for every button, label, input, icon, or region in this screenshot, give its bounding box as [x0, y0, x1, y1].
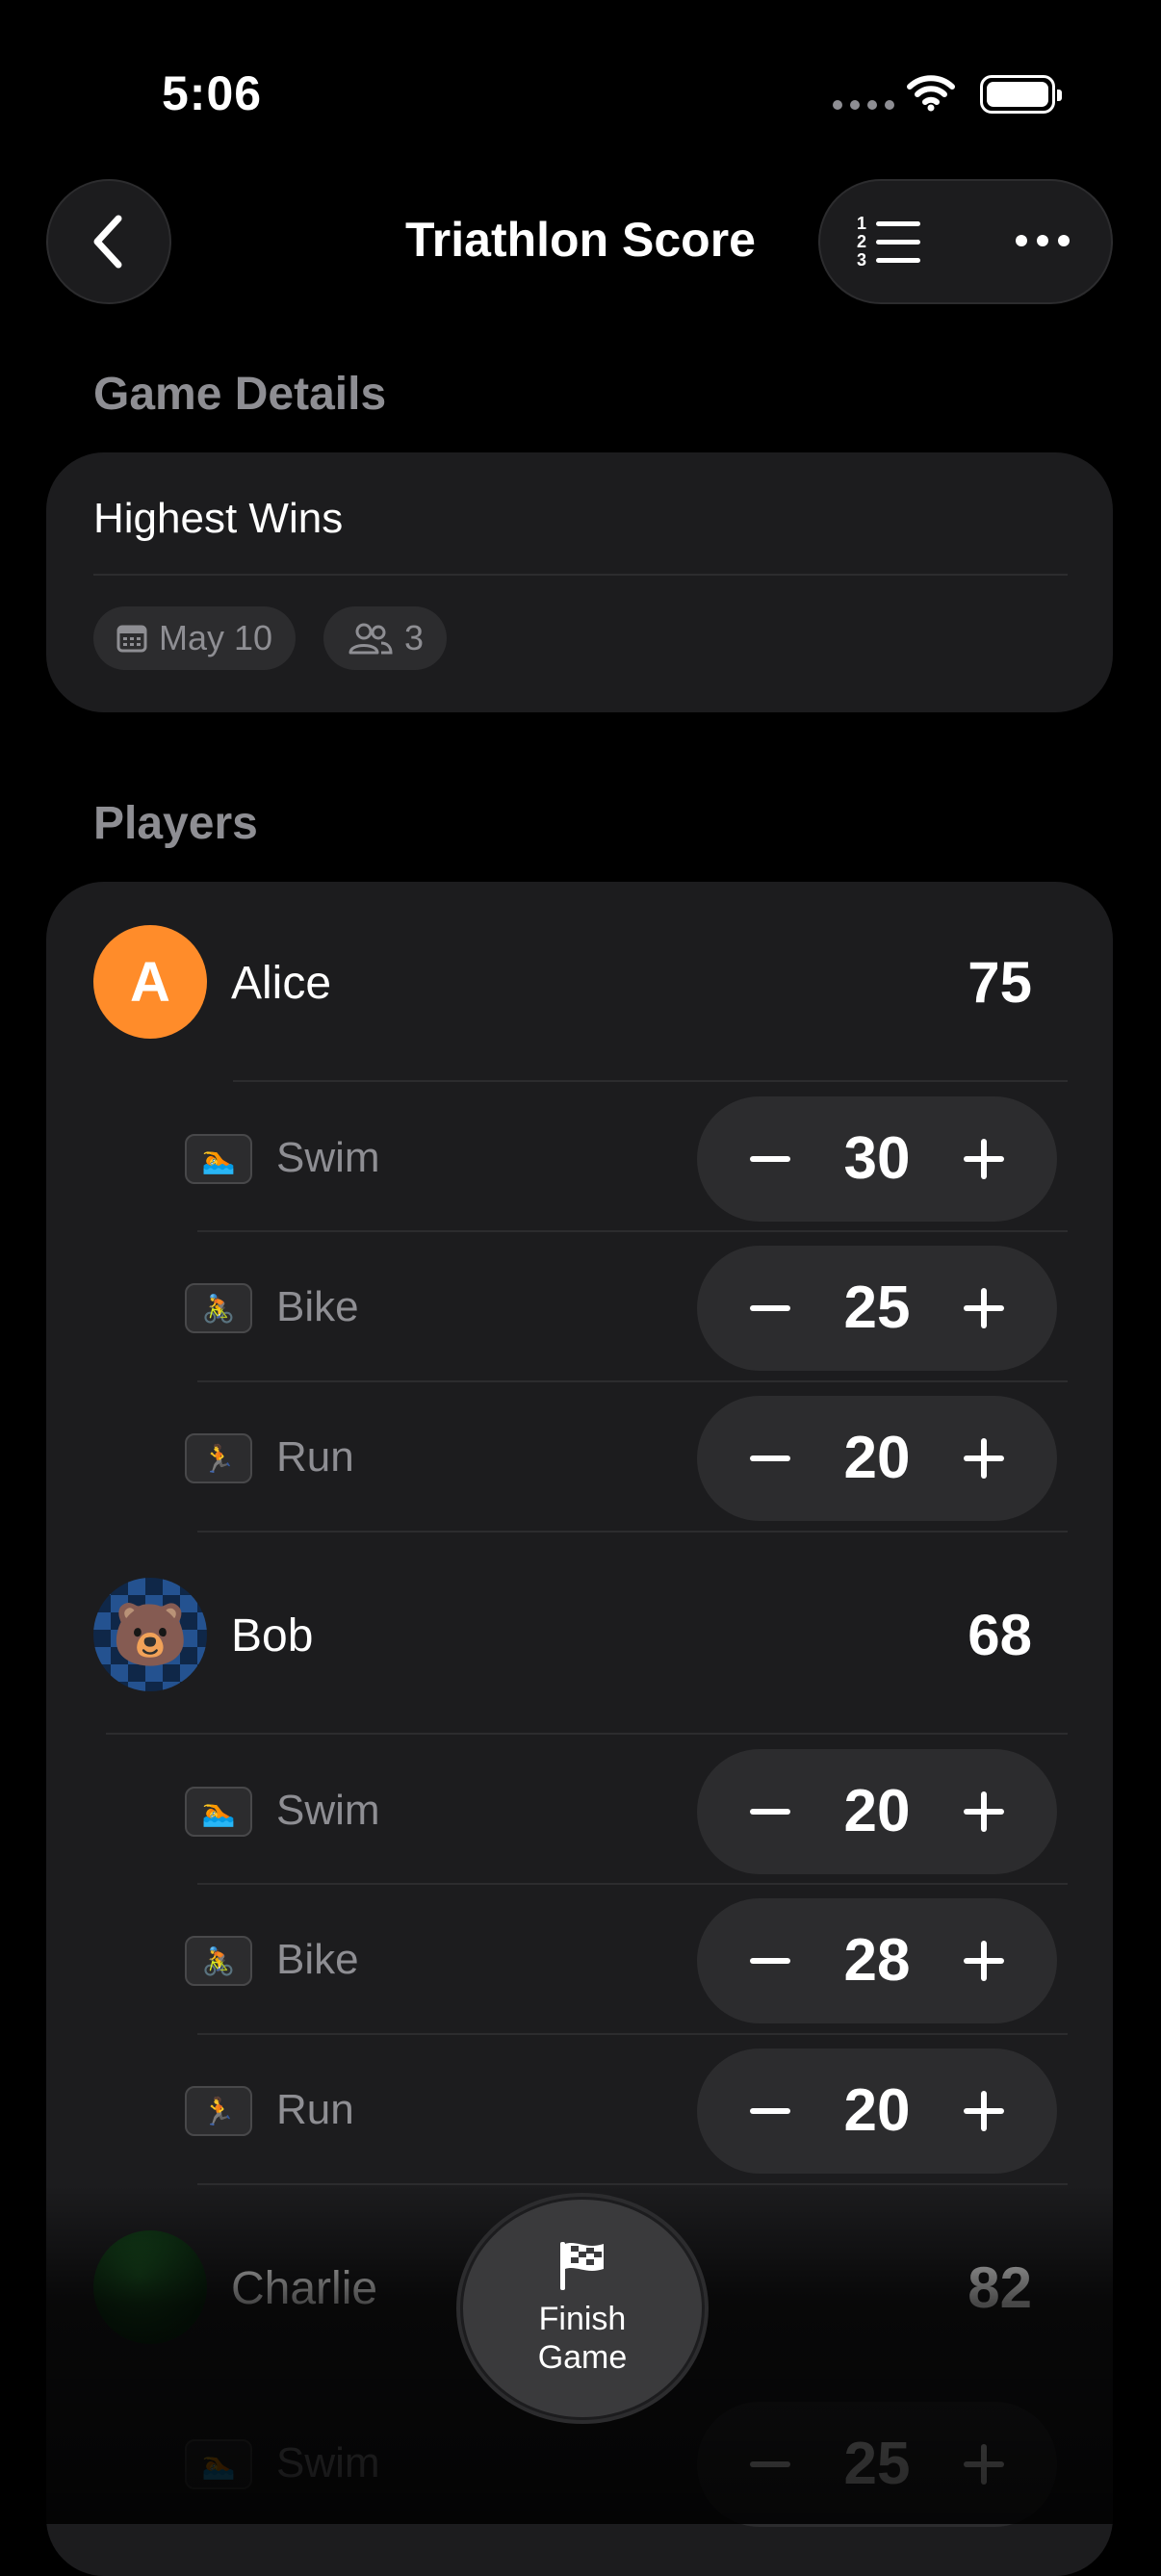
- score-stepper: 20: [697, 1396, 1057, 1521]
- battery-icon: [980, 75, 1062, 114]
- svg-text:2: 2: [857, 232, 866, 251]
- swimmer-icon: 🏊: [185, 2439, 252, 2489]
- bear-emoji-icon: 🐻: [112, 1599, 189, 1669]
- swimmer-icon: 🏊: [185, 1134, 252, 1184]
- player-name[interactable]: Alice: [231, 957, 331, 1010]
- score-stepper: 20: [697, 2048, 1057, 2174]
- event-label: Run: [276, 2086, 354, 2133]
- event-label: Swim: [276, 1134, 380, 1181]
- event-label: Run: [276, 1433, 354, 1481]
- page-title: Triathlon Score: [405, 213, 756, 267]
- player-name[interactable]: Charlie: [231, 2262, 377, 2315]
- score-stepper: 25: [697, 1246, 1057, 1371]
- score-stepper: 20: [697, 1749, 1057, 1874]
- date-chip[interactable]: May 10: [93, 606, 297, 670]
- event-score: 20: [843, 1425, 911, 1491]
- increment-button[interactable]: [947, 1396, 1020, 1521]
- swimmer-icon: 🏊: [185, 1787, 252, 1837]
- cyclist-icon: 🚴: [185, 1283, 252, 1333]
- event-label: Swim: [276, 1787, 380, 1834]
- increment-button[interactable]: [947, 1749, 1020, 1874]
- checkered-flag-icon: [560, 2242, 604, 2290]
- divider: [197, 2033, 1068, 2035]
- back-button[interactable]: [46, 179, 171, 304]
- increment-button[interactable]: [947, 1096, 1020, 1222]
- score-stepper: 28: [697, 1898, 1057, 2023]
- event-score: 20: [843, 1778, 911, 1844]
- status-time: 5:06: [162, 66, 263, 120]
- score-stepper: 25: [697, 2402, 1057, 2527]
- decrement-button[interactable]: [734, 1096, 807, 1222]
- decrement-button[interactable]: [734, 1898, 807, 2023]
- divider: [233, 1080, 1068, 1082]
- divider: [197, 1531, 1068, 1533]
- players-heading: Players: [93, 798, 258, 849]
- wifi-icon: [907, 73, 955, 116]
- avatar: A: [93, 925, 207, 1039]
- avatar: 🐻: [93, 1578, 207, 1691]
- increment-button[interactable]: [947, 1898, 1020, 2023]
- increment-button[interactable]: [947, 2048, 1020, 2174]
- decrement-button[interactable]: [734, 1396, 807, 1521]
- event-label: Bike: [276, 1936, 359, 1983]
- date-label: May 10: [159, 618, 273, 657]
- event-score: 20: [843, 2077, 911, 2144]
- more-options-button[interactable]: [1016, 235, 1070, 246]
- event-score: 25: [843, 2431, 911, 2497]
- divider: [93, 574, 1068, 576]
- decrement-button[interactable]: [734, 2402, 807, 2527]
- finish-game-label: Finish Game: [537, 2301, 628, 2376]
- ranked-list-button[interactable]: 1 2 3: [855, 214, 922, 272]
- player-count-chip[interactable]: 3: [323, 606, 448, 670]
- game-details-card: [46, 452, 1113, 712]
- player-count-label: 3: [404, 618, 425, 657]
- numbered-list-icon: 1 2 3: [857, 214, 920, 270]
- score-stepper: 30: [697, 1096, 1057, 1222]
- decrement-button[interactable]: [734, 1749, 807, 1874]
- event-score: 28: [843, 1927, 911, 1994]
- divider: [197, 1230, 1068, 1232]
- decrement-button[interactable]: [734, 2048, 807, 2174]
- avatar: [93, 2230, 207, 2344]
- divider: [106, 1733, 1068, 1735]
- player-name[interactable]: Bob: [231, 1610, 313, 1662]
- game-details-heading: Game Details: [93, 369, 387, 420]
- event-score: 30: [843, 1125, 911, 1192]
- people-icon: [348, 623, 393, 655]
- cyclist-icon: 🚴: [185, 1936, 252, 1986]
- runner-icon: 🏃: [185, 2086, 252, 2136]
- event-label: Bike: [276, 1283, 359, 1330]
- calendar-icon: [116, 625, 147, 653]
- event-score: 25: [843, 1275, 911, 1341]
- player-total-score: 82: [968, 2255, 1032, 2320]
- svg-text:3: 3: [857, 250, 866, 268]
- divider: [197, 1380, 1068, 1382]
- player-total-score: 75: [968, 950, 1032, 1015]
- divider: [197, 1883, 1068, 1885]
- game-mode-label: Highest Wins: [93, 495, 344, 542]
- event-label: Swim: [276, 2439, 380, 2486]
- increment-button[interactable]: [947, 1246, 1020, 1371]
- avatar-initial: A: [130, 950, 170, 1014]
- decrement-button[interactable]: [734, 1246, 807, 1371]
- player-total-score: 68: [968, 1603, 1032, 1667]
- cellular-dots-icon: [833, 100, 894, 110]
- runner-icon: 🏃: [185, 1433, 252, 1483]
- finish-game-button[interactable]: Finish Game: [460, 2197, 705, 2420]
- svg-text:1: 1: [857, 214, 866, 233]
- increment-button[interactable]: [947, 2402, 1020, 2527]
- divider: [197, 2183, 1068, 2185]
- chevron-left-icon: [93, 215, 122, 269]
